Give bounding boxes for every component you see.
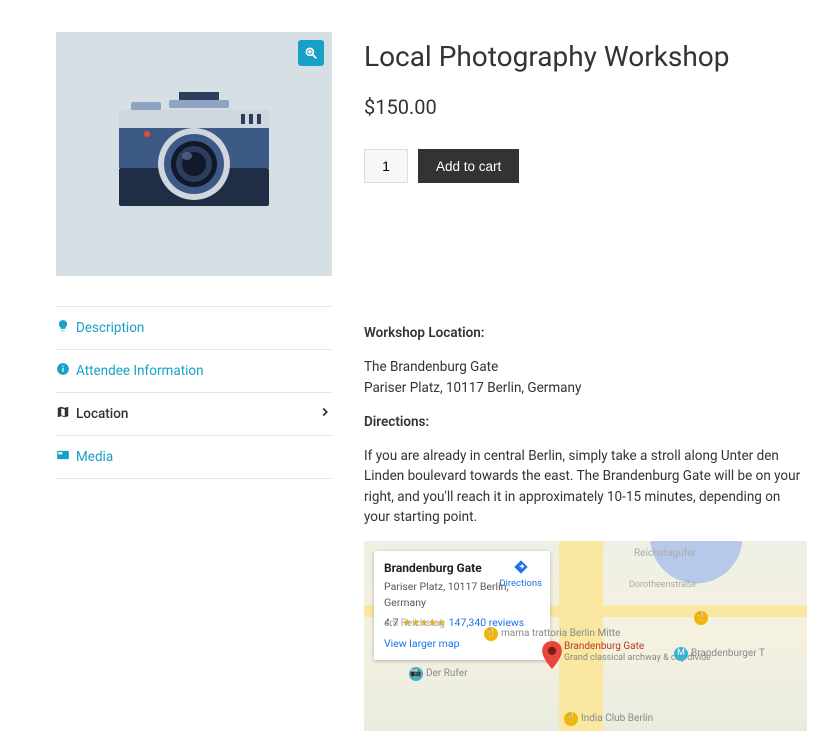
map-poi[interactable]: MBrandenburger T — [674, 646, 765, 661]
embedded-map[interactable]: Directions Brandenburg Gate Pariser Plat… — [364, 541, 807, 731]
map-poi[interactable]: 🍴 — [694, 611, 708, 625]
directions-body: If you are already in central Berlin, si… — [364, 446, 807, 527]
map-street-label: am Reichstag — [384, 616, 445, 631]
product-image[interactable] — [56, 32, 332, 276]
map-poi[interactable]: 🍴mama trattoria Berlin Mitte — [484, 626, 621, 641]
tab-label: Attendee Information — [76, 363, 204, 379]
location-address: Pariser Platz, 10117 Berlin, Germany — [364, 380, 581, 396]
map-icon — [56, 405, 70, 423]
location-heading: Workshop Location: — [364, 323, 807, 343]
lightbulb-icon — [56, 319, 70, 337]
map-poi[interactable]: 📷Der Rufer — [409, 666, 467, 681]
map-street-label: Reichstagufer — [634, 546, 696, 561]
media-icon — [56, 448, 70, 466]
location-venue: The Brandenburg Gate — [364, 359, 498, 375]
info-icon — [56, 362, 70, 380]
map-marker-icon[interactable] — [542, 641, 562, 669]
directions-button[interactable]: Directions — [499, 559, 542, 591]
tab-description[interactable]: Description — [56, 307, 332, 350]
add-to-cart-button[interactable]: Add to cart — [418, 149, 519, 183]
tab-media[interactable]: Media — [56, 436, 332, 479]
map-info-card: Directions Brandenburg Gate Pariser Plat… — [374, 551, 550, 660]
zoom-icon[interactable] — [298, 40, 324, 66]
tab-location[interactable]: Location — [56, 393, 332, 436]
product-price: $150.00 — [364, 95, 807, 119]
camera-illustration — [109, 92, 279, 216]
product-tabs: Description Attendee Information Locatio… — [56, 306, 332, 479]
map-street-label: Dorotheenstraße — [629, 579, 696, 593]
quantity-input[interactable] — [364, 149, 408, 183]
tab-label: Location — [76, 406, 128, 422]
tab-attendee-information[interactable]: Attendee Information — [56, 350, 332, 393]
product-title: Local Photography Workshop — [364, 40, 807, 73]
directions-heading: Directions: — [364, 412, 807, 432]
chevron-right-icon — [318, 405, 332, 423]
map-poi[interactable]: 🍴India Club Berlin — [564, 711, 653, 726]
location-venue-block: The Brandenburg Gate Pariser Platz, 1011… — [364, 357, 807, 398]
tab-label: Description — [76, 320, 144, 336]
tab-label: Media — [76, 449, 113, 465]
